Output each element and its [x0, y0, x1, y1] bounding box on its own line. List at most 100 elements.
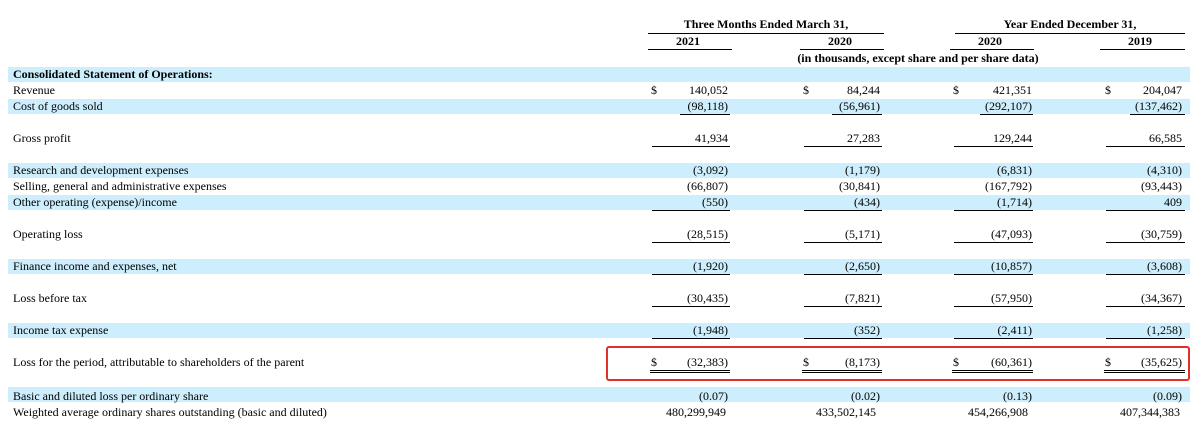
subtotal-rule: [680, 114, 730, 115]
cell-finance-2020-q1: (2,650): [845, 259, 880, 273]
row-label-shares: Weighted average ordinary shares outstan…: [13, 405, 327, 419]
cell-income-tax-2020-q1: (352): [854, 323, 880, 337]
cell-eps-2020: (0.13): [1003, 389, 1032, 403]
row-label-other-operating: Other operating (expense)/income: [13, 195, 177, 209]
subtotal-rule: [1106, 146, 1185, 147]
subtotal-rule: [1106, 242, 1185, 243]
cell-shares-2019: 407,344,383: [1120, 405, 1180, 419]
header-rule: [1100, 49, 1185, 50]
cell-finance-2021-q1: (1,920): [693, 259, 728, 273]
currency-symbol: $: [1105, 83, 1111, 97]
currency-symbol: $: [953, 83, 959, 97]
row-label-loss-before-tax: Loss before tax: [13, 291, 87, 305]
highlight-box: [606, 346, 1190, 381]
cell-other-op-2020-q1: (434): [854, 195, 880, 209]
header-rule: [648, 49, 732, 50]
cell-gross-profit-2020-q1: 27,283: [847, 131, 880, 145]
cell-rnd-2021-q1: (3,092): [693, 163, 728, 177]
cell-eps-2020-q1: (0.02): [851, 389, 880, 403]
row-label-sga: Selling, general and administrative expe…: [13, 179, 227, 193]
cell-revenue-2020-q1: 84,244: [847, 83, 880, 97]
subtotal-rule: [954, 210, 1033, 211]
row-label-gross-profit: Gross profit: [13, 131, 71, 145]
currency-symbol: $: [803, 83, 809, 97]
cell-other-op-2021-q1: (550): [702, 195, 728, 209]
column-header-2020-year: 2020: [978, 34, 1002, 48]
period-group-three-months: Three Months Ended March 31,: [683, 17, 849, 31]
period-group-year: Year Ended December 31,: [1003, 17, 1137, 31]
cell-operating-loss-2019: (30,759): [1141, 227, 1182, 241]
units-note: (in thousands, except share and per shar…: [797, 51, 1039, 65]
subtotal-rule: [652, 146, 730, 147]
column-header-2020-quarter: 2020: [828, 34, 852, 48]
subtotal-rule: [652, 338, 730, 339]
row-label-loss-period: Loss for the period, attributable to sha…: [13, 355, 305, 369]
cell-revenue-2019: 204,047: [1143, 83, 1182, 97]
cell-sga-2021-q1: (66,807): [687, 179, 728, 193]
cell-operating-loss-2020: (47,093): [991, 227, 1032, 241]
cell-operating-loss-2021-q1: (28,515): [687, 227, 728, 241]
cell-shares-2020: 454,266,908: [968, 405, 1028, 419]
row-label-income-tax: Income tax expense: [13, 323, 109, 337]
subtotal-rule: [832, 114, 882, 115]
subtotal-rule: [1106, 210, 1185, 211]
subtotal-rule: [954, 274, 1033, 275]
subtotal-rule: [954, 338, 1033, 339]
cell-finance-2020: (10,857): [991, 259, 1032, 273]
header-rule: [950, 49, 1034, 50]
row-label-cogs: Cost of goods sold: [13, 99, 103, 113]
subtotal-rule: [652, 274, 730, 275]
subtotal-rule: [804, 338, 882, 339]
subtotal-rule: [954, 306, 1033, 307]
cell-other-op-2020: (1,714): [997, 195, 1032, 209]
cell-cogs-2019: (137,462): [1135, 99, 1182, 113]
cell-revenue-2021-q1: 140,052: [689, 83, 728, 97]
section-title: Consolidated Statement of Operations:: [13, 67, 213, 81]
subtotal-rule: [1106, 274, 1185, 275]
cell-loss-before-tax-2020-q1: (7,821): [845, 291, 880, 305]
subtotal-rule: [652, 242, 730, 243]
cell-eps-2021-q1: (0.07): [699, 389, 728, 403]
cell-shares-2020-q1: 433,502,145: [816, 405, 876, 419]
cell-other-op-2019: 409: [1164, 195, 1182, 209]
cell-income-tax-2020: (2,411): [997, 323, 1032, 337]
subtotal-rule: [804, 274, 882, 275]
cell-income-tax-2021-q1: (1,948): [693, 323, 728, 337]
cell-loss-before-tax-2021-q1: (30,435): [687, 291, 728, 305]
subtotal-rule: [1106, 306, 1185, 307]
cell-rnd-2020: (6,831): [997, 163, 1032, 177]
subtotal-rule: [804, 306, 882, 307]
cell-sga-2019: (93,443): [1141, 179, 1182, 193]
subtotal-rule: [1106, 338, 1185, 339]
cell-gross-profit-2020: 129,244: [993, 131, 1032, 145]
subtotal-rule: [1130, 114, 1185, 115]
cell-rnd-2019: (4,310): [1147, 163, 1182, 177]
cell-operating-loss-2020-q1: (5,171): [845, 227, 880, 241]
subtotal-rule: [980, 114, 1033, 115]
subtotal-rule: [804, 242, 882, 243]
cell-cogs-2021-q1: (98,118): [687, 99, 728, 113]
subtotal-rule: [804, 210, 882, 211]
row-label-finance: Finance income and expenses, net: [13, 259, 177, 273]
cell-loss-before-tax-2019: (34,367): [1141, 291, 1182, 305]
cell-sga-2020: (167,792): [985, 179, 1032, 193]
cell-gross-profit-2021-q1: 41,934: [695, 131, 728, 145]
column-header-2021: 2021: [676, 34, 700, 48]
cell-revenue-2020: 421,351: [993, 83, 1032, 97]
currency-symbol: $: [651, 83, 657, 97]
cell-finance-2019: (3,608): [1147, 259, 1182, 273]
row-label-operating-loss: Operating loss: [13, 227, 83, 241]
cell-income-tax-2019: (1,258): [1147, 323, 1182, 337]
column-header-2019: 2019: [1128, 34, 1152, 48]
cell-shares-2021-q1: 480,299,949: [666, 405, 726, 419]
row-label-eps: Basic and diluted loss per ordinary shar…: [13, 389, 209, 403]
cell-rnd-2020-q1: (1,179): [845, 163, 880, 177]
subtotal-rule: [954, 242, 1033, 243]
subtotal-rule: [652, 306, 730, 307]
row-label-rnd: Research and development expenses: [13, 163, 189, 177]
subtotal-rule: [652, 210, 730, 211]
cell-sga-2020-q1: (30,841): [839, 179, 880, 193]
subtotal-rule: [804, 146, 882, 147]
subtotal-rule: [954, 146, 1033, 147]
cell-eps-2019: (0.09): [1153, 389, 1182, 403]
